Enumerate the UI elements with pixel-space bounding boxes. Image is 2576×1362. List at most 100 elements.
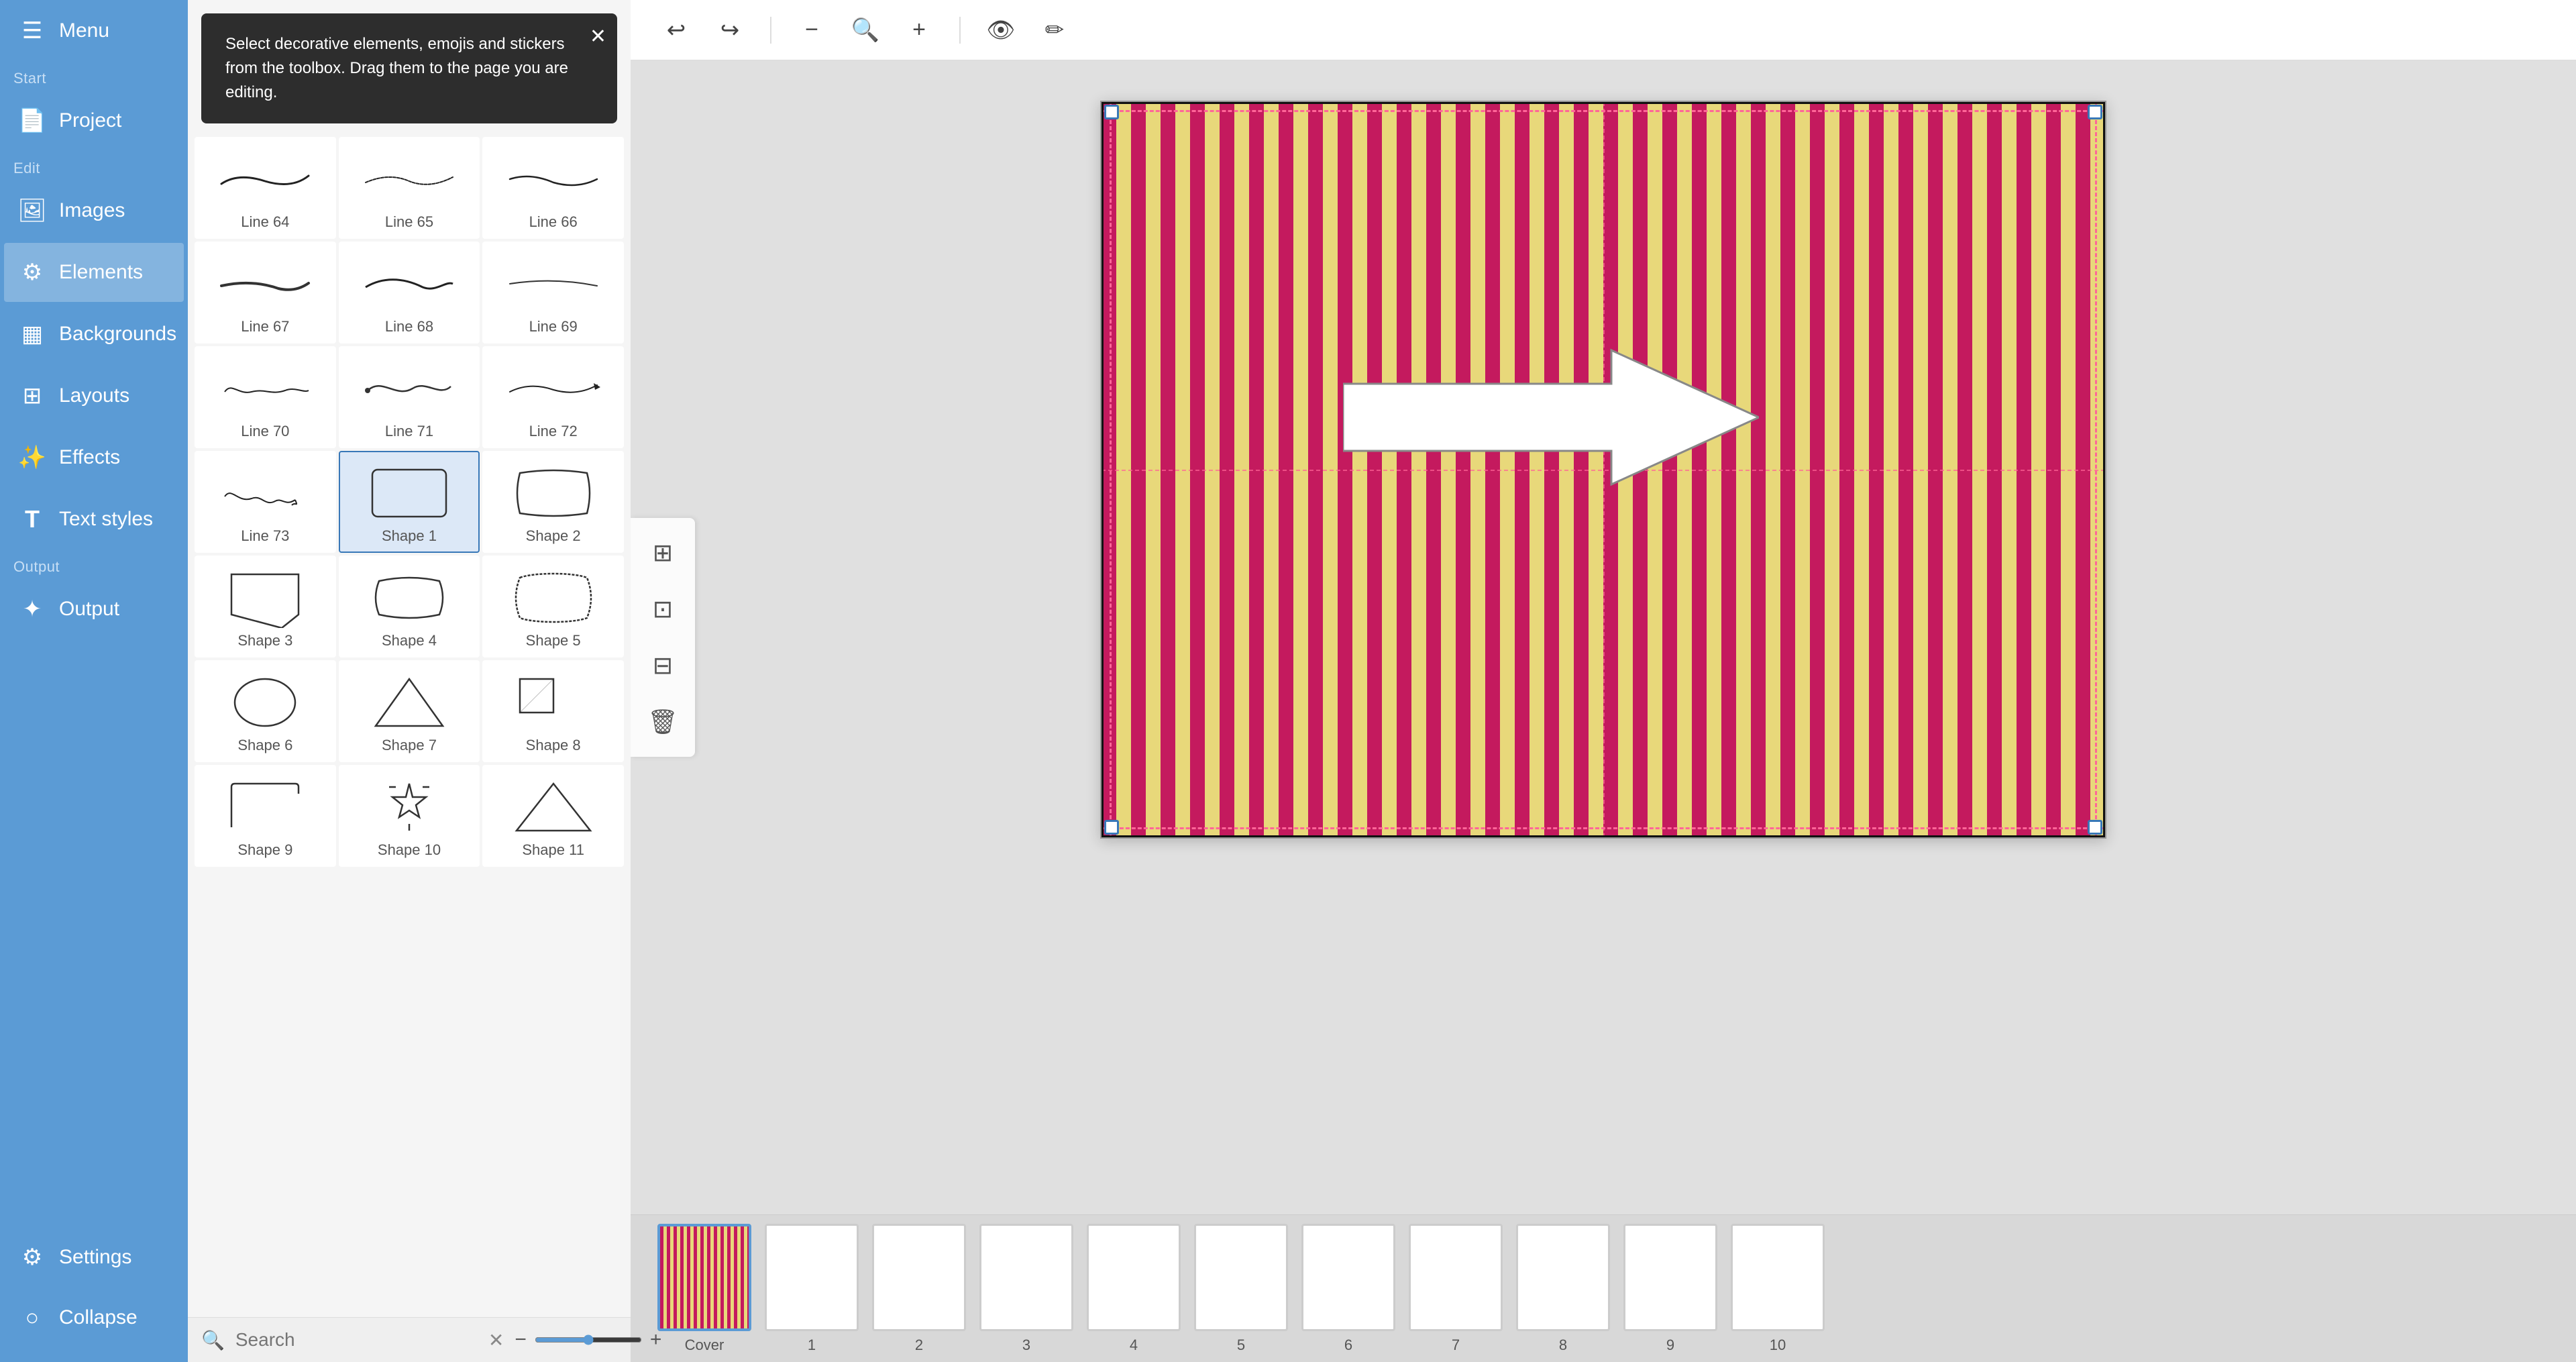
canvas-page[interactable] <box>1100 101 2106 839</box>
page-thumb-img-6 <box>1301 1224 1395 1331</box>
page-thumb-6[interactable]: 6 <box>1301 1224 1395 1354</box>
vtool-delete[interactable]: 🗑 <box>641 700 684 743</box>
sidebar: ☰ Menu Start 📄 Project Edit 🖼 Images ⚙ E… <box>0 0 188 1362</box>
element-shape11[interactable]: Shape 11 <box>482 765 624 867</box>
sidebar-item-elements[interactable]: ⚙ Elements <box>4 243 184 302</box>
vtool-3[interactable]: ⊟ <box>641 644 684 687</box>
zoom-in-toolbar[interactable]: + <box>900 11 938 49</box>
canvas-container <box>1100 101 2106 839</box>
element-shape8[interactable]: Shape 8 <box>482 660 624 762</box>
element-line71[interactable]: Line 71 <box>339 346 480 448</box>
zoom-out-toolbar[interactable]: − <box>793 11 830 49</box>
sidebar-item-output[interactable]: ✦ Output <box>4 580 184 639</box>
zoom-controls: − + <box>515 1328 661 1351</box>
panel-search-bar: 🔍 ✕ − + <box>188 1317 631 1362</box>
element-label-line72: Line 72 <box>529 423 578 440</box>
element-img-line69 <box>503 254 604 314</box>
element-shape1[interactable]: Shape 1 <box>339 451 480 553</box>
element-line72[interactable]: Line 72 <box>482 346 624 448</box>
element-label-line66: Line 66 <box>529 213 578 231</box>
element-shape9[interactable]: Shape 9 <box>195 765 336 867</box>
selection-corner-tr <box>2088 105 2102 119</box>
element-line67[interactable]: Line 67 <box>195 242 336 344</box>
sidebar-backgrounds-label: Backgrounds <box>59 323 176 346</box>
element-shape10[interactable]: Shape 10 <box>339 765 480 867</box>
redo-button[interactable]: ↪ <box>711 11 749 49</box>
toolbar-separator-2 <box>959 17 961 44</box>
tooltip-text: Select decorative elements, emojis and s… <box>225 35 568 101</box>
edit-button[interactable]: ✏ <box>1036 11 1073 49</box>
elements-scroll-area[interactable]: Line 64 Line 65 Line 66 <box>188 130 631 1317</box>
zoom-search-button[interactable]: 🔍 <box>847 11 884 49</box>
sidebar-item-settings[interactable]: ⚙ Settings <box>4 1228 184 1287</box>
zoom-slider[interactable] <box>535 1334 642 1345</box>
element-label-shape8: Shape 8 <box>526 737 581 754</box>
page-thumb-1[interactable]: 1 <box>765 1224 859 1354</box>
search-input[interactable] <box>235 1329 478 1351</box>
page-thumb-img-1 <box>765 1224 859 1331</box>
zoom-in-button[interactable]: + <box>650 1328 662 1351</box>
main-area: ↩ ↪ − 🔍 + 👁 ✏ ⊞ ⊡ ⊟ 🗑 <box>631 0 2576 1362</box>
page-thumb-3[interactable]: 3 <box>979 1224 1073 1354</box>
element-img-line71 <box>359 358 460 419</box>
eye-button[interactable]: 👁 <box>982 11 1020 49</box>
page-thumb-2[interactable]: 2 <box>872 1224 966 1354</box>
page-thumb-label-4: 4 <box>1130 1337 1138 1354</box>
page-thumb-7[interactable]: 7 <box>1409 1224 1503 1354</box>
element-label-shape10: Shape 10 <box>378 841 441 859</box>
element-label-shape4: Shape 4 <box>382 632 437 649</box>
element-shape7[interactable]: Shape 7 <box>339 660 480 762</box>
page-thumb-cover[interactable]: Cover <box>657 1224 751 1354</box>
sidebar-project-label: Project <box>59 109 121 132</box>
element-line65[interactable]: Line 65 <box>339 137 480 239</box>
sidebar-item-collapse[interactable]: ○ Collapse <box>4 1288 184 1347</box>
page-thumb-9[interactable]: 9 <box>1623 1224 1717 1354</box>
element-label-shape5: Shape 5 <box>526 632 581 649</box>
element-img-shape9 <box>215 777 315 837</box>
page-thumb-img-3 <box>979 1224 1073 1331</box>
sidebar-section-start: Start <box>0 62 188 90</box>
element-shape6[interactable]: Shape 6 <box>195 660 336 762</box>
element-line68[interactable]: Line 68 <box>339 242 480 344</box>
page-thumb-img-9 <box>1623 1224 1717 1331</box>
element-img-line73 <box>215 463 315 523</box>
sidebar-item-layouts[interactable]: ⊞ Layouts <box>4 366 184 425</box>
element-label-shape11: Shape 11 <box>522 841 584 859</box>
sidebar-menu[interactable]: ☰ Menu <box>4 1 184 60</box>
element-shape4[interactable]: Shape 4 <box>339 556 480 658</box>
page-thumb-8[interactable]: 8 <box>1516 1224 1610 1354</box>
element-img-line72 <box>503 358 604 419</box>
sidebar-item-text-styles[interactable]: T Text styles <box>4 490 184 549</box>
element-shape3[interactable]: Shape 3 <box>195 556 336 658</box>
element-line73[interactable]: Line 73 <box>195 451 336 553</box>
element-line66[interactable]: Line 66 <box>482 137 624 239</box>
sidebar-section-output: Output <box>0 550 188 578</box>
element-line64[interactable]: Line 64 <box>195 137 336 239</box>
project-icon: 📄 <box>17 106 47 136</box>
search-clear-button[interactable]: ✕ <box>488 1329 504 1351</box>
element-img-line65 <box>359 149 460 209</box>
element-shape2[interactable]: Shape 2 <box>482 451 624 553</box>
tooltip-close-button[interactable]: ✕ <box>590 21 606 52</box>
element-img-shape1 <box>359 463 460 523</box>
element-shape5[interactable]: Shape 5 <box>482 556 624 658</box>
undo-button[interactable]: ↩ <box>657 11 695 49</box>
sidebar-item-effects[interactable]: ✨ Effects <box>4 428 184 487</box>
zoom-out-button[interactable]: − <box>515 1328 527 1351</box>
page-thumb-10[interactable]: 10 <box>1731 1224 1825 1354</box>
element-line70[interactable]: Line 70 <box>195 346 336 448</box>
collapse-icon: ○ <box>17 1303 47 1332</box>
page-thumb-5[interactable]: 5 <box>1194 1224 1288 1354</box>
element-line69[interactable]: Line 69 <box>482 242 624 344</box>
sidebar-item-project[interactable]: 📄 Project <box>4 91 184 150</box>
element-img-line66 <box>503 149 604 209</box>
page-thumb-4[interactable]: 4 <box>1087 1224 1181 1354</box>
page-thumb-label-6: 6 <box>1344 1337 1352 1354</box>
sidebar-item-backgrounds[interactable]: ▦ Backgrounds <box>4 305 184 364</box>
element-img-line70 <box>215 358 315 419</box>
vtool-1[interactable]: ⊞ <box>641 531 684 574</box>
elements-icon: ⚙ <box>17 258 47 287</box>
vtool-2[interactable]: ⊡ <box>641 588 684 631</box>
element-img-line67 <box>215 254 315 314</box>
sidebar-item-images[interactable]: 🖼 Images <box>4 181 184 240</box>
